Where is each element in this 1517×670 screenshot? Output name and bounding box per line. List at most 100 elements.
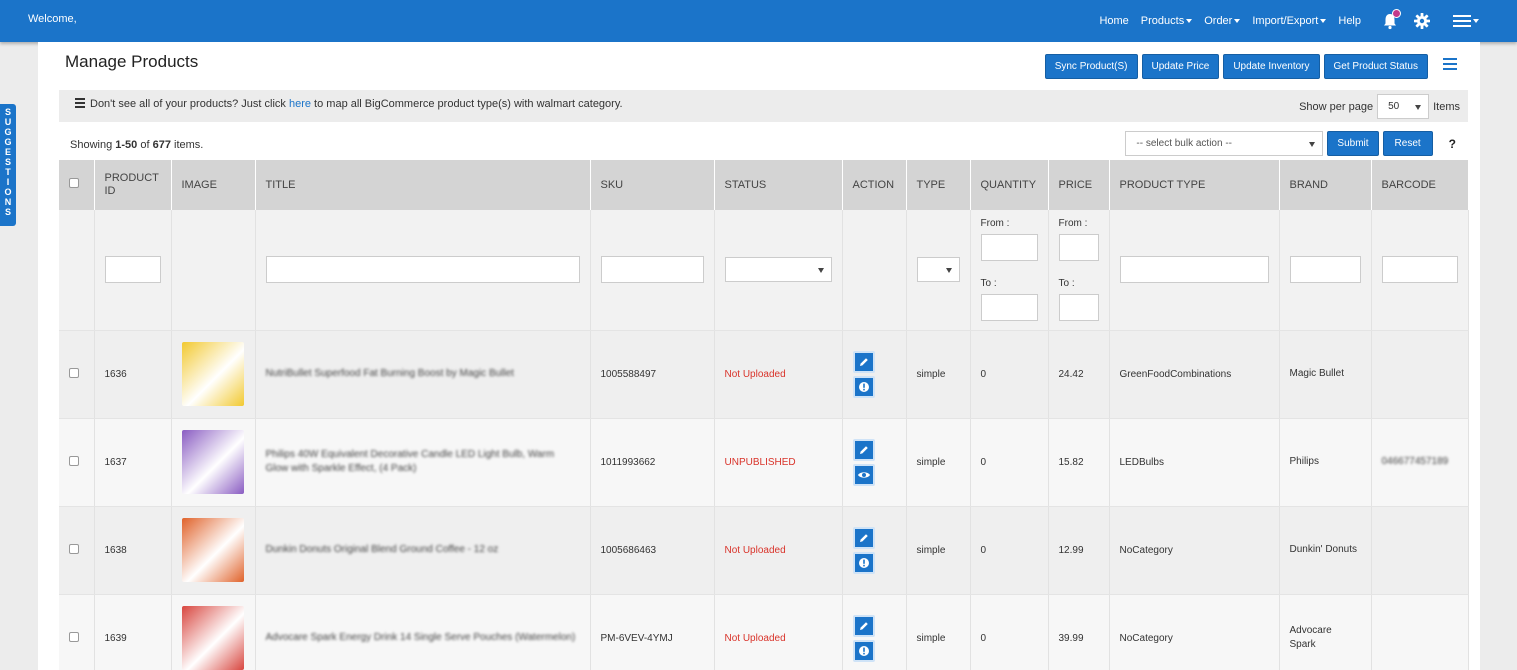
nav-products[interactable]: Products — [1141, 15, 1193, 27]
filter-status-select[interactable] — [724, 257, 832, 283]
filter-cell — [1109, 210, 1280, 331]
edit-button[interactable] — [852, 350, 875, 373]
nav-import-export-label: Import/Export — [1252, 15, 1319, 27]
product-title[interactable]: NutriBullet Superfood Fat Burning Boost … — [266, 368, 514, 379]
suggestions-letter: O — [4, 187, 12, 197]
nav-order-label: Order — [1204, 15, 1233, 27]
header-title[interactable]: TITLE — [255, 160, 591, 210]
notification-dot — [1392, 9, 1401, 18]
edit-button[interactable] — [852, 526, 875, 549]
header-brand[interactable]: BRAND — [1279, 160, 1372, 210]
per-page-select[interactable]: 50 — [1377, 94, 1430, 119]
showing-summary: Showing 1-50 of 677 items. — [70, 139, 203, 151]
reset-button[interactable]: Reset — [1382, 131, 1433, 156]
status-cell: Not Uploaded — [714, 330, 843, 419]
view-button[interactable] — [852, 463, 875, 486]
bulk-action-select[interactable]: -- select bulk action -- — [1125, 131, 1324, 156]
filter-product-id-input[interactable] — [104, 256, 161, 284]
header-image: IMAGE — [171, 160, 256, 210]
edit-button[interactable] — [852, 438, 875, 461]
nav-import-export[interactable]: Import/Export — [1252, 15, 1327, 27]
suggestions-tab[interactable]: SUGGESTIONS — [0, 104, 16, 226]
bell-icon[interactable] — [1381, 9, 1401, 30]
row-checkbox[interactable] — [69, 367, 79, 378]
select-all-checkbox[interactable] — [69, 178, 79, 188]
product-id-cell: 1637 — [94, 418, 172, 507]
info-button[interactable] — [852, 375, 875, 398]
nav-help[interactable]: Help — [1338, 15, 1361, 27]
table-row: 1636 NutriBullet Superfood Fat Burning Bo… — [59, 330, 1469, 419]
filter-quantity-from-input[interactable] — [980, 234, 1038, 262]
action-cell — [842, 594, 907, 670]
header-sku[interactable]: SKU — [590, 160, 715, 210]
pencil-icon — [858, 444, 870, 456]
sku-cell: 1011993662 — [590, 418, 715, 507]
suggestions-letter: N — [4, 197, 12, 207]
suggestions-letter: E — [4, 147, 11, 157]
info-button[interactable] — [852, 639, 875, 662]
product-thumbnail — [181, 518, 244, 582]
product-type-cell: NoCategory — [1109, 506, 1280, 595]
product-title[interactable]: Philips 40W Equivalent Decorative Candle… — [266, 449, 555, 474]
header-price[interactable]: PRICE — [1048, 160, 1110, 210]
nav-order[interactable]: Order — [1204, 15, 1241, 27]
sync-products-button[interactable]: Sync Product(S) — [1044, 54, 1138, 79]
product-title[interactable]: Dunkin Donuts Original Blend Ground Coff… — [266, 544, 499, 555]
info-button[interactable] — [852, 551, 875, 574]
filter-product-type-input[interactable] — [1119, 256, 1269, 284]
gear-icon[interactable] — [1413, 12, 1431, 30]
header-status[interactable]: STATUS — [714, 160, 843, 210]
filter-quantity-to-input[interactable] — [980, 294, 1038, 322]
welcome-text: Welcome, — [28, 13, 77, 25]
items-label: Items — [1433, 100, 1460, 113]
product-id-cell: 1639 — [94, 594, 172, 670]
filter-barcode-input[interactable] — [1381, 256, 1458, 284]
edit-button[interactable] — [852, 614, 875, 637]
get-product-status-button[interactable]: Get Product Status — [1323, 54, 1428, 79]
caret-down-icon — [1234, 19, 1241, 24]
update-price-button[interactable]: Update Price — [1141, 54, 1220, 79]
quantity-cell: 0 — [970, 418, 1049, 507]
show-per-page-label: Show per page — [1299, 100, 1374, 113]
price-cell: 12.99 — [1048, 506, 1110, 595]
sku-cell: 1005686463 — [590, 506, 715, 595]
map-category-link[interactable]: here — [289, 98, 311, 110]
dropdown-arrow-icon — [1415, 105, 1422, 110]
row-checkbox[interactable] — [69, 543, 79, 554]
title-cell: NutriBullet Superfood Fat Burning Boost … — [255, 330, 591, 419]
filter-cell: From : To : — [1048, 210, 1110, 331]
product-title[interactable]: Advocare Spark Energy Drink 14 Single Se… — [266, 632, 576, 643]
filter-price-from-input[interactable] — [1058, 234, 1099, 262]
type-cell: simple — [906, 594, 971, 670]
filter-type-select[interactable] — [916, 257, 960, 283]
main-menu-button[interactable] — [1453, 12, 1479, 30]
dropdown-arrow-icon — [945, 268, 952, 274]
list-menu-icon[interactable] — [1443, 58, 1457, 73]
quantity-to-label: To : — [980, 278, 997, 290]
type-cell: simple — [906, 506, 971, 595]
row-checkbox[interactable] — [69, 455, 79, 466]
product-id-cell: 1636 — [94, 330, 172, 419]
submit-button[interactable]: Submit — [1327, 131, 1379, 156]
filter-brand-input[interactable] — [1289, 256, 1361, 284]
filter-title-input[interactable] — [265, 256, 580, 284]
help-icon[interactable]: ? — [1449, 137, 1456, 151]
filter-price-to-input[interactable] — [1058, 294, 1099, 322]
header-product-id[interactable]: PRODUCT ID — [94, 160, 172, 210]
filter-cell — [906, 210, 971, 331]
suggestions-letter: S — [4, 107, 11, 117]
header-product-type[interactable]: PRODUCT TYPE — [1109, 160, 1280, 210]
filter-sku-input[interactable] — [600, 256, 704, 284]
status-text: Not Uploaded — [724, 632, 786, 644]
product-type-cell: LEDBulbs — [1109, 418, 1280, 507]
filter-cell — [590, 210, 715, 331]
nav-home[interactable]: Home — [1099, 15, 1128, 27]
header-barcode[interactable]: BARCODE — [1371, 160, 1469, 210]
price-from-label: From : — [1058, 218, 1088, 230]
showing-prefix: Showing — [70, 139, 116, 151]
row-checkbox[interactable] — [69, 631, 79, 642]
quantity-cell: 0 — [970, 594, 1049, 670]
update-inventory-button[interactable]: Update Inventory — [1223, 54, 1320, 79]
header-type[interactable]: TYPE — [906, 160, 971, 210]
header-quantity[interactable]: QUANTITY — [970, 160, 1049, 210]
